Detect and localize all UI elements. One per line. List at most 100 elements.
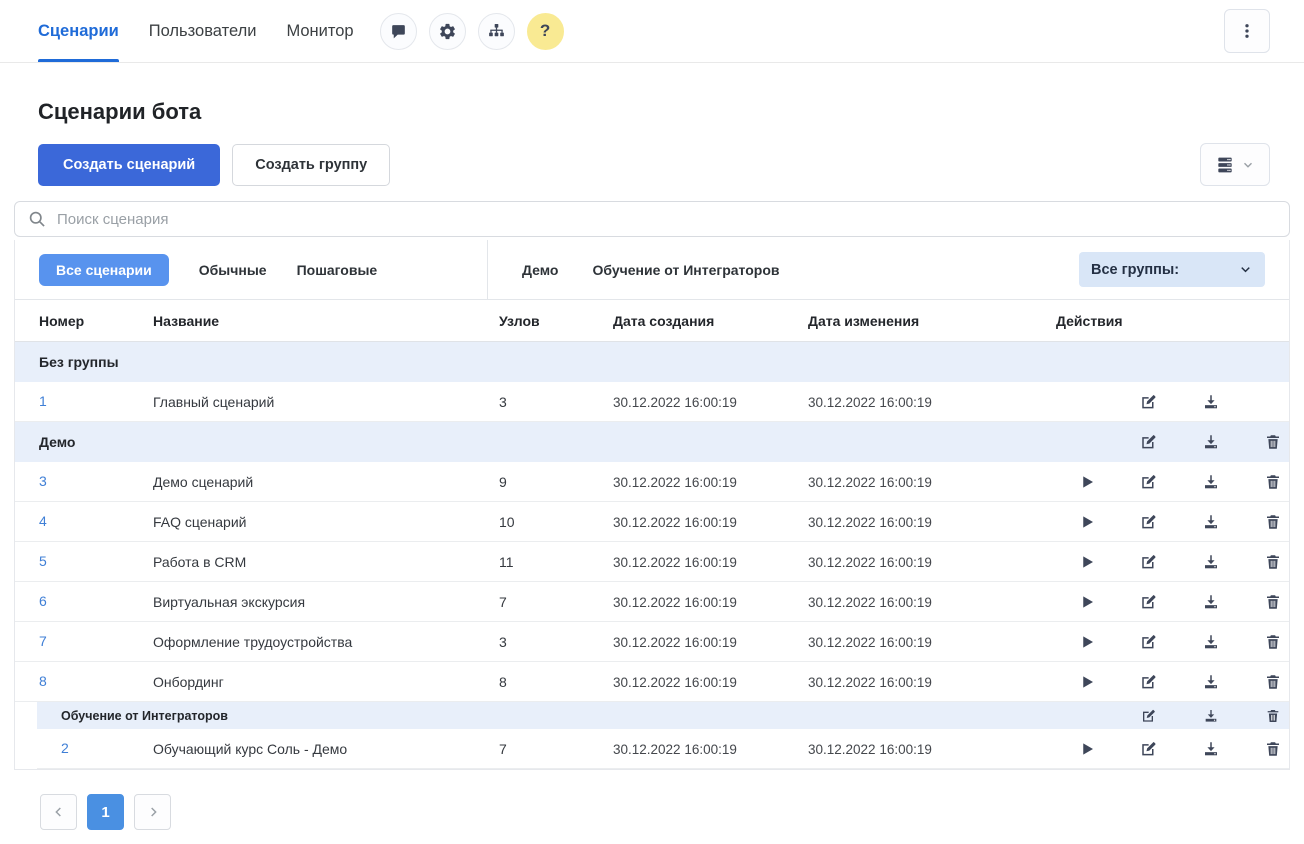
download-button[interactable]	[1180, 662, 1242, 702]
view-mode-dropdown[interactable]	[1200, 143, 1270, 186]
modified-date: 30.12.2022 16:00:19	[808, 395, 1056, 410]
play-button[interactable]	[1056, 462, 1118, 502]
scenario-number-link[interactable]: 6	[39, 593, 47, 609]
tab-scenarios[interactable]: Сценарии	[38, 0, 119, 62]
edit-button[interactable]	[1118, 622, 1180, 662]
search-icon	[27, 209, 47, 229]
chevron-left-icon	[51, 804, 67, 820]
table-row: 4FAQ сценарий1030.12.2022 16:00:1930.12.…	[15, 502, 1289, 542]
delete-button[interactable]	[1242, 662, 1304, 702]
edit-button[interactable]	[1118, 702, 1180, 729]
modified-date: 30.12.2022 16:00:19	[808, 555, 1056, 570]
scenario-name: FAQ сценарий	[153, 514, 499, 530]
delete-button[interactable]	[1242, 702, 1304, 729]
edit-button[interactable]	[1118, 502, 1180, 542]
row-actions	[1056, 622, 1304, 662]
help-icon[interactable]: ?	[527, 13, 564, 50]
pagination-prev-button[interactable]	[40, 794, 77, 830]
toolbar: Создать сценарий Создать группу	[38, 143, 1270, 186]
pagination-next-button[interactable]	[134, 794, 171, 830]
modified-date: 30.12.2022 16:00:19	[808, 675, 1056, 690]
empty-action-slot	[1056, 382, 1118, 422]
edit-button[interactable]	[1118, 582, 1180, 622]
scenarios-panel: Все сценарии Обычные Пошаговые Демо Обуч…	[14, 240, 1290, 770]
delete-button[interactable]	[1242, 422, 1304, 462]
modified-date: 30.12.2022 16:00:19	[808, 635, 1056, 650]
download-button[interactable]	[1180, 462, 1242, 502]
filter-stepwise[interactable]: Пошаговые	[297, 262, 378, 278]
scenario-name: Оформление трудоустройства	[153, 634, 499, 650]
scenario-number-link[interactable]: 5	[39, 553, 47, 569]
play-button[interactable]	[1056, 622, 1118, 662]
group-name: Без группы	[15, 354, 1056, 370]
download-button[interactable]	[1180, 622, 1242, 662]
created-date: 30.12.2022 16:00:19	[613, 742, 808, 757]
empty-action-slot	[1056, 702, 1118, 729]
sitemap-icon[interactable]	[478, 13, 515, 50]
scenario-number-link[interactable]: 4	[39, 513, 47, 529]
play-button[interactable]	[1056, 502, 1118, 542]
search-input[interactable]	[14, 201, 1290, 237]
download-button[interactable]	[1180, 502, 1242, 542]
empty-action-slot	[1056, 342, 1118, 382]
table-header-row: НомерНазваниеУзловДата созданияДата изме…	[15, 300, 1289, 342]
tab-monitor[interactable]: Монитор	[286, 0, 353, 62]
groups-filter-select[interactable]: Все группы:	[1079, 252, 1265, 287]
scenario-nodes-count: 8	[499, 674, 613, 690]
create-scenario-button[interactable]: Создать сценарий	[38, 144, 220, 186]
scenario-number-link[interactable]: 2	[61, 740, 69, 756]
edit-button[interactable]	[1118, 462, 1180, 502]
group-link-demo[interactable]: Демо	[522, 262, 558, 278]
play-button[interactable]	[1056, 662, 1118, 702]
group-actions	[1056, 342, 1304, 382]
edit-button[interactable]	[1118, 662, 1180, 702]
play-button[interactable]	[1056, 542, 1118, 582]
column-header: Узлов	[499, 313, 613, 329]
download-button[interactable]	[1180, 542, 1242, 582]
pagination-page-button[interactable]: 1	[87, 794, 124, 830]
scenario-number-link[interactable]: 3	[39, 473, 47, 489]
edit-button[interactable]	[1118, 542, 1180, 582]
scenario-number-link[interactable]: 7	[39, 633, 47, 649]
group-header-row: Обучение от Интеграторов	[37, 702, 1289, 729]
delete-button[interactable]	[1242, 502, 1304, 542]
play-button[interactable]	[1056, 582, 1118, 622]
scenario-number-link[interactable]: 8	[39, 673, 47, 689]
scenarios-table: НомерНазваниеУзловДата созданияДата изме…	[15, 300, 1289, 769]
kebab-menu-button[interactable]	[1224, 9, 1270, 53]
column-header: Номер	[15, 313, 153, 329]
tab-users[interactable]: Пользователи	[149, 0, 257, 62]
row-actions	[1056, 729, 1304, 769]
created-date: 30.12.2022 16:00:19	[613, 395, 808, 410]
delete-button[interactable]	[1242, 729, 1304, 769]
chat-icon[interactable]	[380, 13, 417, 50]
group-header-row: Демо	[15, 422, 1289, 462]
play-button[interactable]	[1056, 729, 1118, 769]
group-link-integrators[interactable]: Обучение от Интеграторов	[592, 262, 779, 278]
download-button[interactable]	[1180, 702, 1242, 729]
nested-group-section: Обучение от Интеграторов2Обучающий курс …	[37, 702, 1289, 769]
download-button[interactable]	[1180, 729, 1242, 769]
download-button[interactable]	[1180, 582, 1242, 622]
delete-button[interactable]	[1242, 462, 1304, 502]
delete-button[interactable]	[1242, 542, 1304, 582]
edit-button[interactable]	[1118, 422, 1180, 462]
filter-regular[interactable]: Обычные	[199, 262, 267, 278]
scenario-name: Главный сценарий	[153, 394, 499, 410]
download-button[interactable]	[1180, 422, 1242, 462]
modified-date: 30.12.2022 16:00:19	[808, 475, 1056, 490]
nav-icon-group: ?	[380, 13, 564, 50]
created-date: 30.12.2022 16:00:19	[613, 635, 808, 650]
create-group-button[interactable]: Создать группу	[232, 144, 390, 186]
row-actions	[1056, 582, 1304, 622]
delete-button[interactable]	[1242, 622, 1304, 662]
edit-button[interactable]	[1118, 382, 1180, 422]
search-bar	[14, 201, 1290, 237]
scenario-number-link[interactable]: 1	[39, 393, 47, 409]
column-header: Дата изменения	[808, 313, 1056, 329]
edit-button[interactable]	[1118, 729, 1180, 769]
gear-icon[interactable]	[429, 13, 466, 50]
filter-all-scenarios[interactable]: Все сценарии	[39, 254, 169, 286]
download-button[interactable]	[1180, 382, 1242, 422]
delete-button[interactable]	[1242, 582, 1304, 622]
